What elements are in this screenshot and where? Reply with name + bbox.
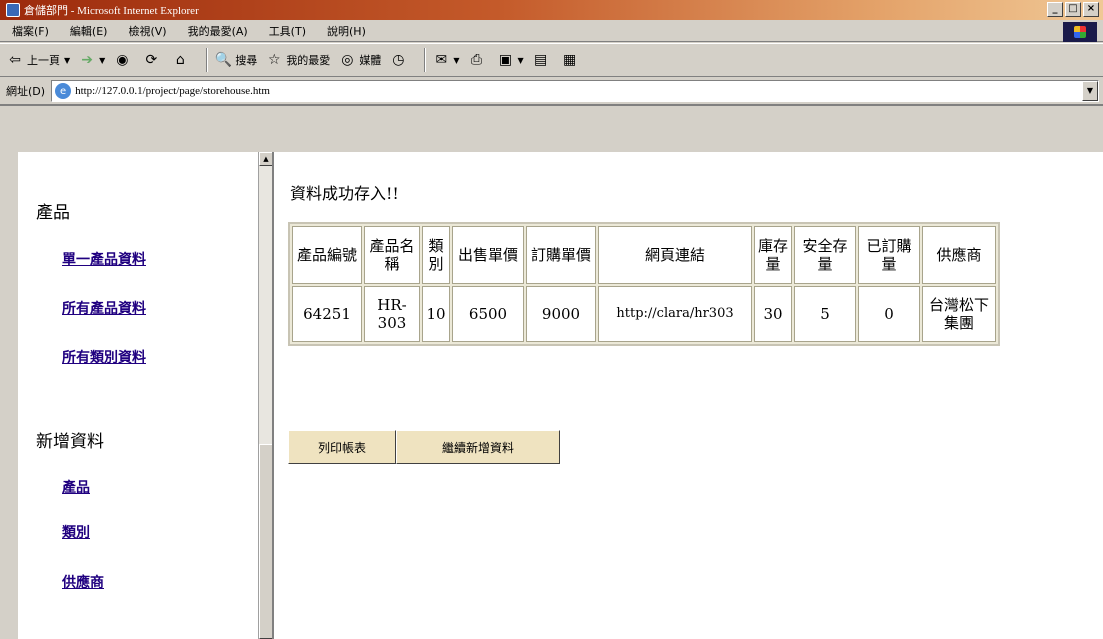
maximize-button[interactable]: □ bbox=[1065, 2, 1081, 17]
search-icon: 🔍 bbox=[214, 52, 233, 68]
close-button[interactable]: × bbox=[1083, 2, 1099, 17]
table-cell: 6500 bbox=[452, 286, 524, 342]
page-icon: e bbox=[55, 83, 72, 99]
search-label: 搜尋 bbox=[235, 54, 258, 67]
discuss-button[interactable]: ▤ bbox=[532, 51, 553, 69]
window-title: 倉儲部門 - Microsoft Internet Explorer bbox=[24, 5, 199, 17]
status-message: 資料成功存入!! bbox=[290, 184, 399, 203]
menu-help[interactable]: 說明(H) bbox=[315, 23, 375, 39]
col-header: 產品名稱 bbox=[364, 226, 420, 284]
forward-button[interactable]: ➔ ▼ bbox=[78, 51, 105, 69]
table-cell: 台灣松下集團 bbox=[922, 286, 996, 342]
col-header: 安全存量 bbox=[794, 226, 856, 284]
favorites-icon: ☆ bbox=[268, 52, 281, 68]
title-bar: 倉儲部門 - Microsoft Internet Explorer _ □ × bbox=[0, 0, 1103, 20]
edit-icon: ▣ bbox=[498, 52, 513, 68]
discuss-icon: ▤ bbox=[534, 52, 548, 68]
link-add-supplier[interactable]: 供應商 bbox=[62, 572, 104, 592]
address-bar: 網址(D) e http://127.0.0.1/project/page/st… bbox=[0, 78, 1103, 106]
table-cell: 5 bbox=[794, 286, 856, 342]
table-cell: 30 bbox=[754, 286, 792, 342]
link-all-products[interactable]: 所有產品資料 bbox=[62, 298, 146, 318]
continue-add-button[interactable]: 繼續新增資料 bbox=[396, 430, 560, 464]
stop-button[interactable]: ◉ bbox=[113, 51, 134, 69]
col-header: 類別 bbox=[422, 226, 450, 284]
col-header: 已訂購量 bbox=[858, 226, 920, 284]
favorites-button[interactable]: ☆ 我的最愛 bbox=[265, 51, 330, 69]
ie-app-icon bbox=[6, 3, 20, 17]
table-row: 64251 HR-303 10 6500 9000 http://clara/h… bbox=[292, 286, 996, 342]
menu-tools[interactable]: 工具(T) bbox=[257, 23, 315, 39]
menu-file[interactable]: 檔案(F) bbox=[0, 23, 58, 39]
minimize-button[interactable]: _ bbox=[1047, 2, 1063, 17]
menu-view[interactable]: 檢視(V) bbox=[116, 23, 175, 39]
table-header-row: 產品編號 產品名稱 類別 出售單價 訂購單價 網頁連結 庫存量 安全存量 已訂購… bbox=[292, 226, 996, 284]
refresh-icon: ⟳ bbox=[145, 52, 158, 68]
mail-button[interactable]: ✉ ▼ bbox=[432, 51, 459, 69]
table-cell: 0 bbox=[858, 286, 920, 342]
address-input[interactable]: e http://127.0.0.1/project/page/storehou… bbox=[51, 80, 1099, 102]
menu-favorites[interactable]: 我的最愛(A) bbox=[176, 23, 257, 39]
col-header: 產品編號 bbox=[292, 226, 362, 284]
search-button[interactable]: 🔍 搜尋 bbox=[214, 51, 258, 69]
stop-icon: ◉ bbox=[116, 52, 129, 68]
col-header: 出售單價 bbox=[452, 226, 524, 284]
col-header: 網頁連結 bbox=[598, 226, 752, 284]
history-icon: ◷ bbox=[392, 52, 405, 68]
link-add-product[interactable]: 產品 bbox=[62, 477, 90, 497]
ie-throbber-icon bbox=[1063, 22, 1097, 42]
edit-button[interactable]: ▣ ▼ bbox=[496, 51, 524, 69]
back-button[interactable]: ⇦ 上一頁 ▼ bbox=[6, 51, 70, 69]
products-section-title: 產品 bbox=[36, 203, 70, 223]
forward-arrow-icon: ➔ bbox=[81, 52, 94, 68]
col-header: 庫存量 bbox=[754, 226, 792, 284]
table-cell: 9000 bbox=[526, 286, 596, 342]
table-cell: 64251 bbox=[292, 286, 362, 342]
toolbar-separator bbox=[206, 48, 209, 72]
link-single-product[interactable]: 單一產品資料 bbox=[62, 249, 146, 269]
mail-icon: ✉ bbox=[435, 52, 448, 68]
left-nav-frame: 產品 單一產品資料 所有產品資料 所有類別資料 新增資料 產品 類別 供應商 bbox=[18, 152, 258, 639]
messenger-icon: ▦ bbox=[563, 52, 577, 68]
refresh-button[interactable]: ⟳ bbox=[142, 51, 163, 69]
address-value: http://127.0.0.1/project/page/storehouse… bbox=[75, 85, 270, 97]
table-cell: HR-303 bbox=[364, 286, 420, 342]
col-header: 訂購單價 bbox=[526, 226, 596, 284]
menu-bar: 檔案(F) 編輯(E) 檢視(V) 我的最愛(A) 工具(T) 說明(H) bbox=[0, 20, 1103, 42]
home-button[interactable]: ⌂ bbox=[171, 51, 192, 69]
link-all-categories[interactable]: 所有類別資料 bbox=[62, 347, 146, 367]
scroll-thumb[interactable] bbox=[259, 444, 273, 639]
chevron-down-icon[interactable]: ▼ bbox=[1082, 81, 1098, 101]
print-report-button[interactable]: 列印帳表 bbox=[288, 430, 396, 464]
favorites-label: 我的最愛 bbox=[286, 54, 331, 67]
media-icon: ◎ bbox=[341, 52, 354, 68]
messenger-button[interactable]: ▦ bbox=[561, 51, 582, 69]
media-label: 媒體 bbox=[359, 54, 382, 67]
history-button[interactable]: ◷ bbox=[389, 51, 410, 69]
address-label: 網址(D) bbox=[6, 85, 46, 98]
menu-edit[interactable]: 編輯(E) bbox=[58, 23, 117, 39]
scroll-up-icon[interactable]: ▲ bbox=[259, 152, 273, 166]
table-cell: 10 bbox=[422, 286, 450, 342]
col-header: 供應商 bbox=[922, 226, 996, 284]
link-add-category[interactable]: 類別 bbox=[62, 522, 90, 542]
print-icon: ⎙ bbox=[470, 52, 483, 68]
toolbar-separator bbox=[424, 48, 427, 72]
table-cell: http://clara/hr303 bbox=[598, 286, 752, 342]
product-table: 產品編號 產品名稱 類別 出售單價 訂購單價 網頁連結 庫存量 安全存量 已訂購… bbox=[288, 222, 1000, 346]
add-section-title: 新增資料 bbox=[36, 432, 104, 452]
left-frame-scrollbar[interactable]: ▲ bbox=[258, 152, 273, 639]
toolbar: ⇦ 上一頁 ▼ ➔ ▼ ◉ ⟳ ⌂ 🔍 搜尋 ☆ 我的最愛 ◎ 媒體 ◷ ✉ ▼ … bbox=[0, 43, 1103, 77]
content-frame: 資料成功存入!! 產品編號 產品名稱 類別 出售單價 訂購單價 網頁連結 庫存量… bbox=[272, 152, 1103, 639]
media-button[interactable]: ◎ 媒體 bbox=[338, 51, 381, 69]
back-label: 上一頁 bbox=[27, 54, 60, 67]
print-icon-button[interactable]: ⎙ bbox=[467, 51, 488, 69]
back-arrow-icon: ⇦ bbox=[9, 52, 21, 68]
frame-border bbox=[0, 106, 1103, 152]
home-icon: ⌂ bbox=[175, 52, 185, 68]
